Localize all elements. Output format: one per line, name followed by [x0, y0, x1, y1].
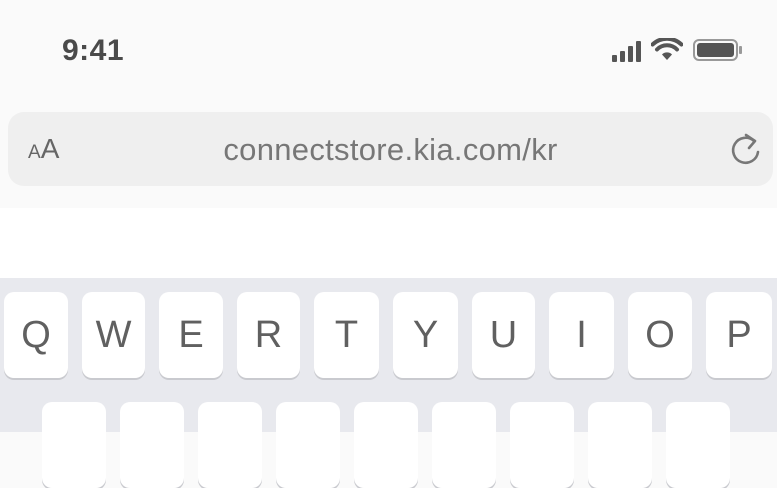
key-i[interactable]: I [549, 292, 614, 378]
keyboard-row2-key[interactable] [666, 402, 730, 488]
address-bar[interactable]: AA connectstore.kia.com/kr [8, 112, 773, 186]
keyboard-row2-key[interactable] [510, 402, 574, 488]
page-content [0, 208, 777, 278]
status-icons [612, 38, 743, 62]
key-p[interactable]: P [706, 292, 772, 378]
battery-icon [693, 38, 743, 62]
key-y[interactable]: Y [393, 292, 458, 378]
key-t[interactable]: T [314, 292, 379, 378]
keyboard: Q W E R T Y U I O P [0, 278, 777, 488]
reload-icon[interactable] [728, 132, 764, 173]
key-r[interactable]: R [237, 292, 300, 378]
keyboard-row2-key[interactable] [432, 402, 496, 488]
url-text[interactable]: connectstore.kia.com/kr [8, 132, 773, 168]
keyboard-row2-key[interactable] [42, 402, 106, 488]
key-u[interactable]: U [472, 292, 535, 378]
status-bar: 9:41 [0, 0, 777, 100]
key-o[interactable]: O [628, 292, 692, 378]
cellular-signal-icon [612, 40, 641, 62]
key-q[interactable]: Q [4, 292, 68, 378]
keyboard-row2-key[interactable] [120, 402, 184, 488]
keyboard-row2-key[interactable] [276, 402, 340, 488]
keyboard-row2-key[interactable] [588, 402, 652, 488]
keyboard-row2-key[interactable] [354, 402, 418, 488]
keyboard-row2-key[interactable] [198, 402, 262, 488]
wifi-icon [651, 38, 683, 62]
status-time: 9:41 [62, 34, 125, 67]
key-e[interactable]: E [159, 292, 223, 378]
key-w[interactable]: W [82, 292, 145, 378]
